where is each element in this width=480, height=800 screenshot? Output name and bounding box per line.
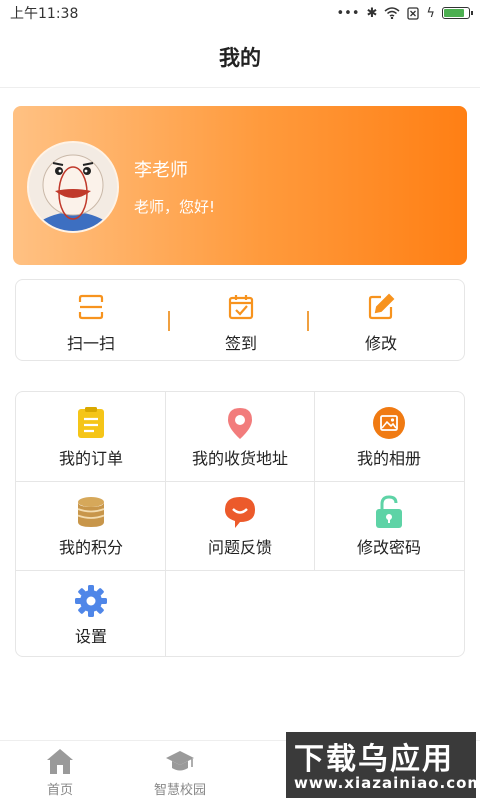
menu-item-label: 我的相册 <box>356 449 421 468</box>
profile-greeting: 老师，您好! <box>134 198 216 216</box>
menu-item-change-password[interactable]: 修改密码 <box>314 481 464 570</box>
wifi-icon <box>384 7 400 19</box>
photo-album-icon <box>373 407 405 439</box>
menu-grid: 我的订单 我的收货地址 我的相册 我的积分 问题反馈 修改密码 设置 <box>15 391 465 657</box>
checkin-label: 签到 <box>224 334 257 353</box>
tab-label: 首页 <box>46 783 73 798</box>
menu-item-points[interactable]: 我的积分 <box>16 481 166 570</box>
menu-item-album[interactable]: 我的相册 <box>314 392 464 481</box>
battery-icon <box>442 7 473 19</box>
tab-label: 智慧校园 <box>153 783 206 798</box>
menu-item-label: 设置 <box>74 627 107 646</box>
no-sim-icon <box>407 6 420 20</box>
status-bar: 上午11:38 ••• ✱ ϟ <box>0 0 480 26</box>
quick-actions: 扫一扫 签到 修改 <box>15 279 465 361</box>
avatar[interactable] <box>27 141 119 233</box>
menu-item-label: 我的积分 <box>58 538 123 557</box>
scan-label: 扫一扫 <box>66 334 115 353</box>
page-title: 我的 <box>219 45 261 70</box>
bluetooth-icon: ✱ <box>366 5 378 21</box>
edit-label: 修改 <box>364 334 397 353</box>
gear-icon <box>75 585 107 617</box>
edit-button[interactable]: 修改 <box>306 280 456 362</box>
watermark: 下载乌应用 www.xiazainiao.com <box>286 732 480 798</box>
status-icons: ••• ✱ ϟ <box>336 5 473 21</box>
edit-icon <box>368 293 395 320</box>
menu-item-label: 修改密码 <box>356 538 421 557</box>
checkin-button[interactable]: 签到 <box>166 280 316 362</box>
watermark-url: www.xiazainiao.com <box>294 774 480 792</box>
charging-icon: ϟ <box>426 5 435 21</box>
location-pin-icon <box>228 408 252 439</box>
profile-card[interactable]: 李老师 老师，您好! <box>13 106 467 265</box>
clipboard-icon <box>78 407 104 438</box>
scan-icon <box>78 294 104 320</box>
menu-item-address[interactable]: 我的收货地址 <box>165 392 315 481</box>
menu-item-feedback[interactable]: 问题反馈 <box>165 481 315 570</box>
unlock-icon <box>376 495 402 528</box>
menu-item-label: 我的订单 <box>58 449 123 468</box>
calendar-check-icon <box>228 295 254 320</box>
home-icon <box>47 749 73 774</box>
graduation-cap-icon <box>166 751 194 771</box>
tab-smart-campus[interactable]: 智慧校园 <box>120 741 240 800</box>
watermark-title: 下载乌应用 <box>294 742 454 777</box>
header-bar: 我的 <box>0 26 480 88</box>
scan-button[interactable]: 扫一扫 <box>16 280 166 362</box>
menu-item-orders[interactable]: 我的订单 <box>16 392 166 481</box>
feedback-icon <box>225 497 255 528</box>
profile-name: 李老师 <box>134 160 188 181</box>
menu-item-label: 问题反馈 <box>207 538 272 557</box>
tab-home[interactable]: 首页 <box>0 741 120 800</box>
coins-icon <box>77 497 105 527</box>
menu-item-settings[interactable]: 设置 <box>16 570 166 656</box>
menu-item-label: 我的收货地址 <box>191 449 288 468</box>
status-time: 上午11:38 <box>10 6 79 22</box>
more-dots-icon: ••• <box>336 5 360 21</box>
